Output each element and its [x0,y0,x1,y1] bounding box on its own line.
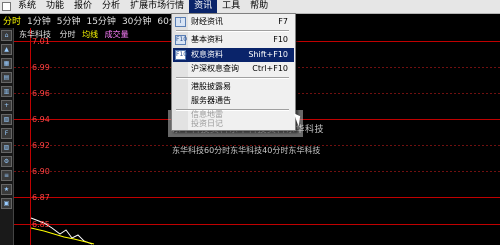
sidebar-home-icon[interactable]: ⌂ [1,30,12,41]
sidebar-star-icon[interactable]: ★ [1,184,12,195]
sidebar-bar-icon[interactable]: ▨ [1,142,12,153]
sidebar-grid-icon[interactable]: ▦ [1,58,12,69]
sidebar-settings-icon[interactable]: ⚙ [1,156,12,167]
menu-item-rights-info[interactable]: F10 权息资料 Shift+F10 [173,48,294,62]
app-logo-icon[interactable] [0,0,13,13]
menu-item-label: 港股披露易 [191,82,231,91]
menu-function[interactable]: 功能 [41,0,69,13]
menu-system[interactable]: 系统 [13,0,41,13]
menu-help[interactable]: 帮助 [245,0,273,13]
menu-item-shortcut: F10 [273,35,288,44]
tab-5min[interactable]: 5分钟 [54,14,84,27]
sidebar-up-icon[interactable]: ▲ [1,44,12,55]
y-tick-label: 6.92 [32,141,50,150]
y-tick-label: 6.96 [32,89,50,98]
sidebar-plus-icon[interactable]: + [1,100,12,111]
menu-item-label: 财经资讯 [191,17,223,26]
menu-item-label: 权息资料 [191,50,223,59]
menu-item-shortcut: Ctrl+F10 [252,64,288,73]
sidebar-chart-icon[interactable]: ▤ [1,72,12,83]
sidebar-tool-icon[interactable]: ▣ [1,198,12,209]
menu-tools[interactable]: 工具 [217,0,245,13]
menu-item-shortcut: Shift+F10 [248,50,288,59]
sidebar-news-icon[interactable]: ▧ [1,114,12,125]
f10-icon: F10 [175,35,188,45]
f10-icon: F10 [175,50,188,60]
average-line [30,227,95,245]
menu-quote[interactable]: 报价 [69,0,97,13]
y-tick-label: 6.99 [32,63,50,72]
info-dropdown-menu: i 财经资讯 F7 F10 基本资料 F10 F10 权息资料 Shift+F1… [171,13,296,131]
legend-volume: 成交量 [104,30,129,39]
menu-item-investment-diary[interactable]: 投资日记 [173,118,294,129]
legend-average: 均线 [82,30,99,39]
y-tick-label: 6.90 [32,167,50,176]
menu-item-basic-info[interactable]: F10 基本资料 F10 [173,33,294,47]
menu-analysis[interactable]: 分析 [97,0,125,13]
menu-item-label: 服务器通告 [191,96,231,105]
y-tick-label: 7.01 [32,37,50,46]
menu-item-label: 投资日记 [191,119,223,128]
menu-item-finance-news[interactable]: i 财经资讯 F7 [173,15,294,29]
sidebar-list-icon[interactable]: ≡ [1,170,12,181]
menu-item-shortcut: F7 [278,17,288,26]
sidebar-kline-icon[interactable]: ▥ [1,86,12,97]
menu-item-label: 沪深权息查询 [191,64,239,73]
sidebar-f10-icon[interactable]: F [1,128,12,139]
menu-bar: 系统 功能 报价 分析 扩展市场行情 资讯 工具 帮助 [0,0,500,14]
menu-separator [176,30,289,32]
y-tick-label: 6.94 [32,115,50,124]
menu-separator [176,77,289,79]
menu-info[interactable]: 资讯 [189,0,218,13]
ghost-text-line2: 东华科技60分时东华科技40分时东华科技 [172,146,321,155]
menu-extended-market[interactable]: 扩展市场行情 [125,0,189,13]
menu-item-label: 基本资料 [191,35,223,44]
info-icon: i [175,17,186,27]
tab-15min[interactable]: 15分钟 [83,14,118,27]
menu-item-server-notice[interactable]: 服务器通告 [173,94,294,108]
tab-intraday[interactable]: 分时 [0,14,24,27]
left-sidebar: ⌂ ▲ ▦ ▤ ▥ + ▧ F ▨ ⚙ ≡ ★ ▣ [0,28,14,245]
y-tick-label: 6.85 [32,220,50,229]
menu-item-hk-disclosure[interactable]: 港股披露易 [173,80,294,94]
menu-item-sh-sz-rights-query[interactable]: 沪深权息查询 Ctrl+F10 [173,62,294,76]
y-tick-label: 6.87 [32,193,50,202]
tab-1min[interactable]: 1分钟 [24,14,54,27]
tab-30min[interactable]: 30分钟 [119,14,154,27]
legend-intraday: 分时 [59,30,76,39]
